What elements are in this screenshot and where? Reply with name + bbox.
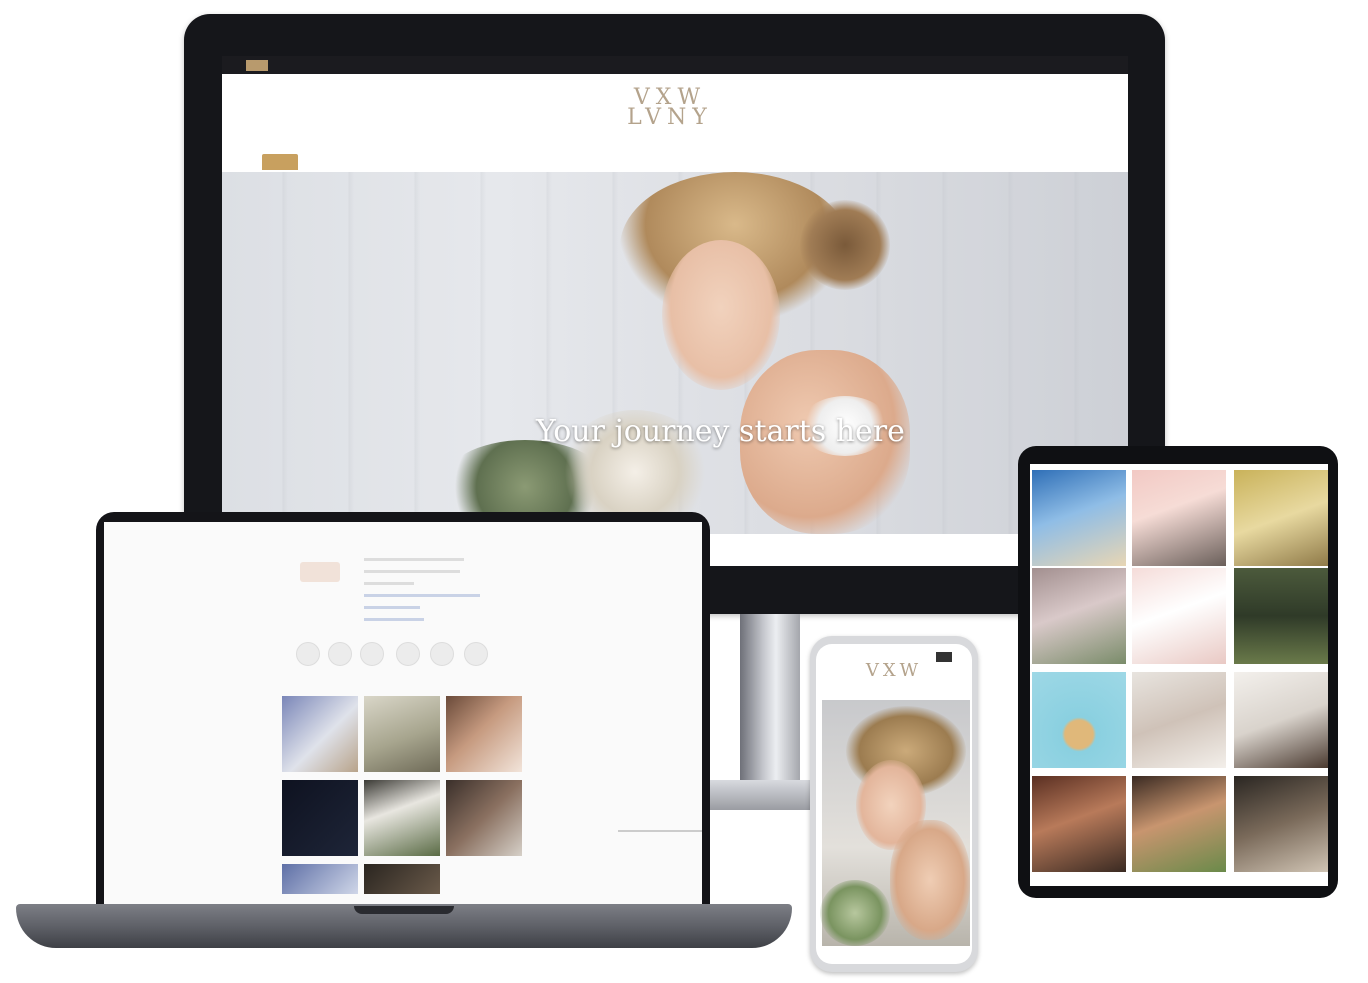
- laptop-profile-avatar[interactable]: [300, 562, 340, 582]
- hamburger-icon[interactable]: [936, 652, 952, 662]
- hero-bride-face: [662, 240, 780, 390]
- profile-link-line[interactable]: [364, 594, 480, 597]
- topbar-logo-icon[interactable]: [246, 60, 268, 71]
- tablet-photo[interactable]: [1234, 776, 1328, 872]
- tablet-photo[interactable]: [1132, 672, 1226, 768]
- site-topbar: [222, 56, 1128, 74]
- monitor-stand-neck: [740, 614, 800, 794]
- profile-bio-line: [364, 558, 464, 561]
- grid-photo[interactable]: [364, 780, 440, 856]
- grid-photo[interactable]: [446, 696, 522, 772]
- tablet-photo[interactable]: [1234, 470, 1328, 566]
- story-highlight[interactable]: [430, 642, 454, 666]
- profile-link-line[interactable]: [364, 606, 420, 609]
- grid-photo[interactable]: [446, 780, 522, 856]
- nav-badge[interactable]: [262, 154, 298, 170]
- profile-bio-line: [364, 582, 414, 585]
- story-highlight[interactable]: [464, 642, 488, 666]
- story-highlight[interactable]: [328, 642, 352, 666]
- tablet-photo[interactable]: [1132, 776, 1226, 872]
- tablet-photo[interactable]: [1032, 672, 1126, 768]
- phone-hero-bride-shoulders: [890, 820, 970, 940]
- grid-photo[interactable]: [282, 696, 358, 772]
- story-highlight[interactable]: [360, 642, 384, 666]
- laptop-opening-notch: [354, 906, 454, 914]
- tablet-photo[interactable]: [1234, 568, 1328, 664]
- story-highlight[interactable]: [296, 642, 320, 666]
- grid-photo[interactable]: [364, 864, 440, 894]
- grid-photo[interactable]: [282, 780, 358, 856]
- phone-hero-bouquet: [820, 880, 890, 946]
- tablet-photo[interactable]: [1032, 470, 1126, 566]
- site-logo[interactable]: VXW LVNY: [600, 85, 740, 130]
- tablet-photo[interactable]: [1032, 776, 1126, 872]
- grid-photo[interactable]: [364, 696, 440, 772]
- tablet-photo[interactable]: [1032, 568, 1126, 664]
- topbar-links: [1026, 59, 1086, 68]
- site-logo-text: VXW LVNY: [627, 85, 713, 130]
- hero-heading: Your journey starts here: [536, 414, 905, 449]
- story-highlight[interactable]: [396, 642, 420, 666]
- main-nav: [326, 155, 550, 165]
- tablet-photo[interactable]: [1234, 672, 1328, 768]
- divider: [618, 830, 702, 832]
- grid-photo[interactable]: [282, 864, 358, 894]
- hero-bride-bun: [800, 200, 890, 290]
- profile-bio-line: [364, 570, 460, 573]
- profile-link-line[interactable]: [364, 618, 424, 621]
- tablet-photo[interactable]: [1132, 470, 1226, 566]
- phone-site-logo[interactable]: VXW: [850, 660, 938, 681]
- tablet-photo[interactable]: [1132, 568, 1226, 664]
